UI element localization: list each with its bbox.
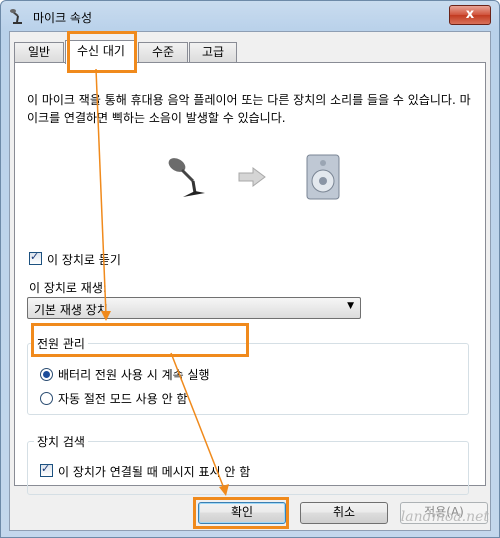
- properties-window: 마이크 속성 x 일반 수신 대기 수준 고급 이 마이크 잭을 통해 휴대용 …: [0, 0, 500, 538]
- annotation-arrows: [95, 68, 229, 496]
- watermark: landmoa.net: [400, 509, 489, 525]
